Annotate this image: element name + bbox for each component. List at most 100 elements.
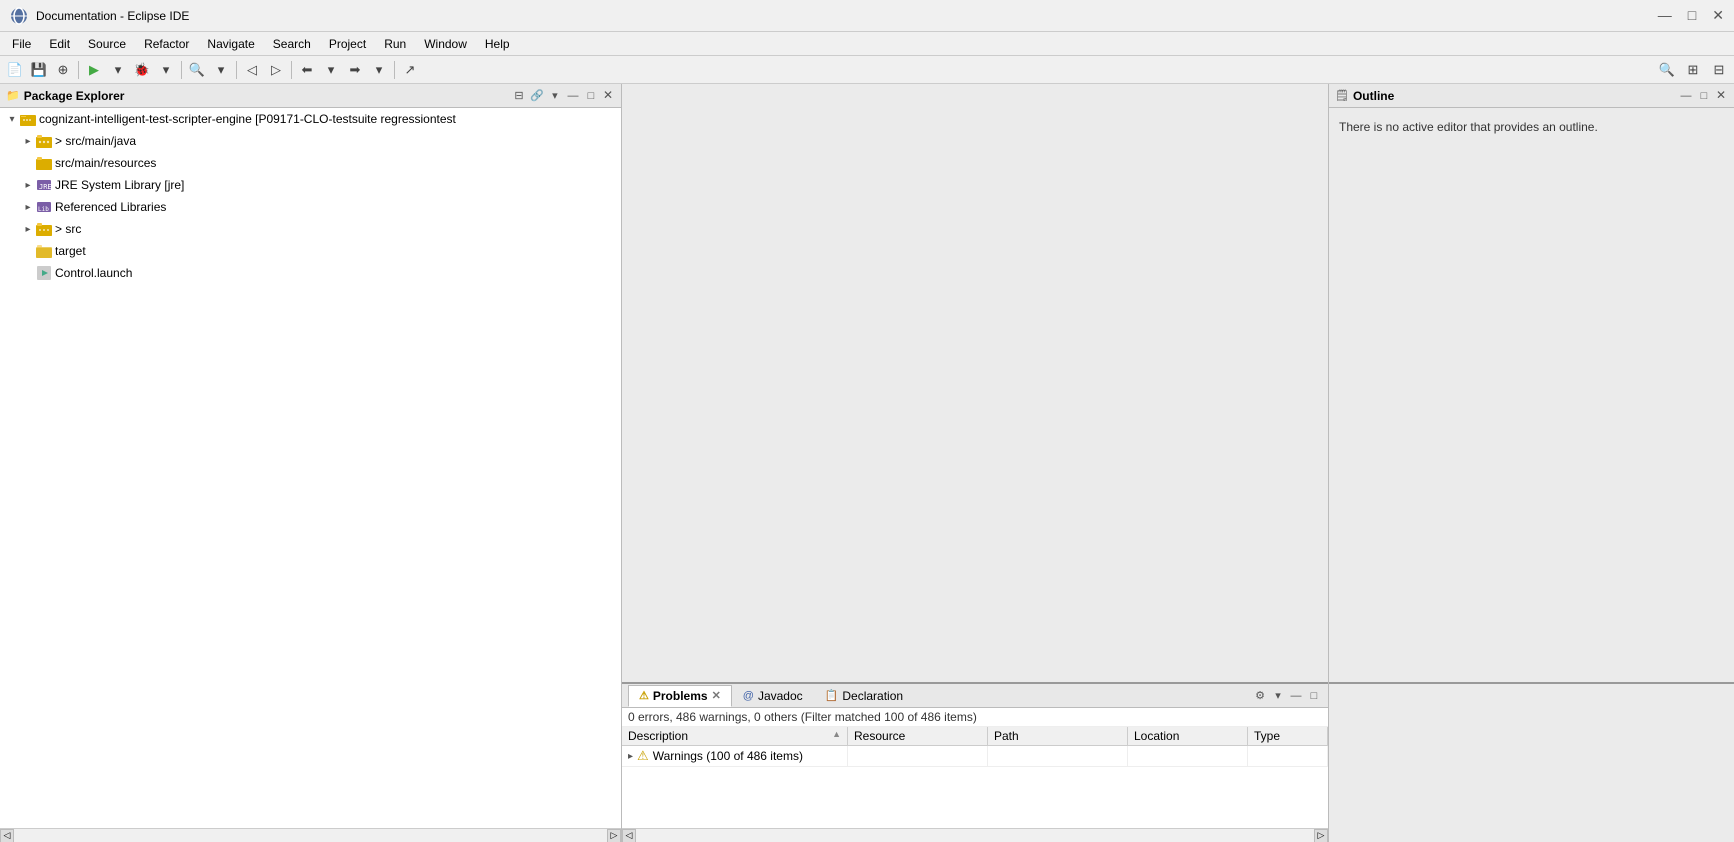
col-path: Path <box>988 727 1128 746</box>
bottom-hscroll: ◁ ▷ <box>622 828 1328 842</box>
menu-run[interactable]: Run <box>376 35 414 53</box>
jre-system-label: JRE System Library [jre] <box>55 178 184 192</box>
toolbar-run-dropdown[interactable]: ▾ <box>107 59 129 81</box>
tab-declaration[interactable]: 📋 Declaration <box>814 685 914 707</box>
warnings-expand-arrow[interactable]: ▸ <box>628 751 633 762</box>
toolbar-forward-btn[interactable]: ➡ <box>344 59 366 81</box>
collapse-all-btn[interactable]: ⊟ <box>511 88 527 104</box>
package-explorer-content: cognizant-intelligent-test-scripter-engi… <box>0 108 621 828</box>
tree-control-launch[interactable]: Control.launch <box>0 262 621 284</box>
src-main-resources-icon <box>36 155 52 171</box>
bottom-scroll-right[interactable]: ▷ <box>1314 829 1328 842</box>
menu-search[interactable]: Search <box>265 35 319 53</box>
maximize-panel-btn[interactable]: □ <box>583 88 599 104</box>
ref-libraries-arrow[interactable] <box>20 199 36 215</box>
tree-src[interactable]: > src <box>0 218 621 240</box>
javadoc-tab-icon: @ <box>743 690 754 702</box>
outline-content: There is no active editor that provides … <box>1329 108 1734 682</box>
project-expand-arrow[interactable] <box>4 111 20 127</box>
scroll-left-btn[interactable]: ◁ <box>0 829 14 842</box>
problems-status: 0 errors, 486 warnings, 0 others (Filter… <box>622 708 1328 727</box>
bottom-view-menu[interactable]: ▾ <box>1270 688 1286 704</box>
editor-area <box>622 84 1328 682</box>
menu-file[interactable]: File <box>4 35 39 53</box>
menu-source[interactable]: Source <box>80 35 134 53</box>
toolbar-save-btn[interactable]: 💾 <box>28 59 50 81</box>
ref-libraries-icon: Lib <box>36 199 52 215</box>
outline-message: There is no active editor that provides … <box>1329 108 1734 146</box>
col-type: Type <box>1248 727 1328 746</box>
outline-close[interactable]: ✕ <box>1714 88 1728 104</box>
tab-javadoc[interactable]: @ Javadoc <box>732 685 814 707</box>
perspectives-btn[interactable]: ⊞ <box>1682 59 1704 81</box>
title-bar: Documentation - Eclipse IDE — □ ✕ <box>0 0 1734 32</box>
declaration-tab-label: Declaration <box>842 689 903 703</box>
minimize-panel-btn[interactable]: — <box>565 88 581 104</box>
warnings-type <box>1248 746 1328 767</box>
view-menu-btn[interactable]: ▾ <box>547 88 563 104</box>
warnings-row[interactable]: ▸ ⚠ Warnings (100 of 486 items) <box>622 746 1328 767</box>
menu-edit[interactable]: Edit <box>41 35 78 53</box>
toolbar-navigate-btn[interactable]: ↗ <box>399 59 421 81</box>
project-name: cognizant-intelligent-test-scripter-engi… <box>39 112 456 126</box>
outline-maximize[interactable]: □ <box>1696 88 1712 104</box>
toolbar-sep-3 <box>236 61 237 79</box>
warnings-cell[interactable]: ▸ ⚠ Warnings (100 of 486 items) <box>622 746 848 767</box>
tree-target[interactable]: target <box>0 240 621 262</box>
warnings-label: Warnings (100 of 486 items) <box>653 749 803 763</box>
search-icon[interactable]: 🔍 <box>1656 59 1678 81</box>
package-explorer-header: 📁 Package Explorer ⊟ 🔗 ▾ — □ ✕ <box>0 84 621 108</box>
src-main-java-arrow[interactable] <box>20 133 36 149</box>
bottom-scroll-left[interactable]: ◁ <box>622 829 636 842</box>
close-panel-btn[interactable]: ✕ <box>601 88 615 104</box>
toolbar-search-dropdown[interactable]: ▾ <box>210 59 232 81</box>
link-editor-btn[interactable]: 🔗 <box>529 88 545 104</box>
col-description: Description ▲ <box>622 727 848 746</box>
scroll-right-btn[interactable]: ▷ <box>607 829 621 842</box>
jre-system-arrow[interactable] <box>20 177 36 193</box>
tab-problems[interactable]: ⚠ Problems ✕ <box>628 685 732 707</box>
toolbar-save-all-btn[interactable]: ⊕ <box>52 59 74 81</box>
tree-src-main-resources[interactable]: src/main/resources <box>0 152 621 174</box>
toolbar-next-edit[interactable]: ▷ <box>265 59 287 81</box>
menu-project[interactable]: Project <box>321 35 374 53</box>
javadoc-tab-label: Javadoc <box>758 689 803 703</box>
package-explorer-icon: 📁 <box>6 89 20 102</box>
toolbar-forward-dropdown[interactable]: ▾ <box>368 59 390 81</box>
src-main-resources-label: src/main/resources <box>55 156 156 170</box>
col-location: Location <box>1128 727 1248 746</box>
title-bar-left: Documentation - Eclipse IDE <box>10 7 189 25</box>
svg-text:JRE: JRE <box>39 183 52 191</box>
close-button[interactable]: ✕ <box>1712 7 1724 24</box>
warnings-location <box>1128 746 1248 767</box>
toolbar-search-btn[interactable]: 🔍 <box>186 59 208 81</box>
outline-minimize[interactable]: — <box>1678 88 1694 104</box>
toolbar-sep-2 <box>181 61 182 79</box>
tree-project-root[interactable]: cognizant-intelligent-test-scripter-engi… <box>0 108 621 130</box>
warning-icon: ⚠ <box>637 748 649 764</box>
toolbar-debug-dropdown[interactable]: ▾ <box>155 59 177 81</box>
menu-navigate[interactable]: Navigate <box>199 35 262 53</box>
filter-btn[interactable]: ⚙ <box>1252 688 1268 704</box>
tree-src-main-java[interactable]: > src/main/java <box>0 130 621 152</box>
maximize-button[interactable]: □ <box>1688 7 1696 24</box>
tree-jre-system-library[interactable]: JRE JRE System Library [jre] <box>0 174 621 196</box>
toolbar-debug-btn[interactable]: 🐞 <box>131 59 153 81</box>
toolbar-prev-edit[interactable]: ◁ <box>241 59 263 81</box>
menu-help[interactable]: Help <box>477 35 518 53</box>
views-btn[interactable]: ⊟ <box>1708 59 1730 81</box>
tree-referenced-libraries[interactable]: Lib Referenced Libraries <box>0 196 621 218</box>
workspace: 📁 Package Explorer ⊟ 🔗 ▾ — □ ✕ <box>0 84 1734 842</box>
menu-refactor[interactable]: Refactor <box>136 35 197 53</box>
toolbar-back-dropdown[interactable]: ▾ <box>320 59 342 81</box>
toolbar-back-btn[interactable]: ⬅ <box>296 59 318 81</box>
toolbar-run-btn[interactable]: ▶ <box>83 59 105 81</box>
toolbar-new-btn[interactable]: 📄 <box>4 59 26 81</box>
src-arrow[interactable] <box>20 221 36 237</box>
menu-window[interactable]: Window <box>416 35 475 53</box>
minimize-button[interactable]: — <box>1658 7 1672 24</box>
problems-tab-label: Problems <box>653 689 708 703</box>
bottom-minimize[interactable]: — <box>1288 688 1304 704</box>
bottom-maximize[interactable]: □ <box>1306 688 1322 704</box>
problems-tab-close[interactable]: ✕ <box>712 689 721 702</box>
